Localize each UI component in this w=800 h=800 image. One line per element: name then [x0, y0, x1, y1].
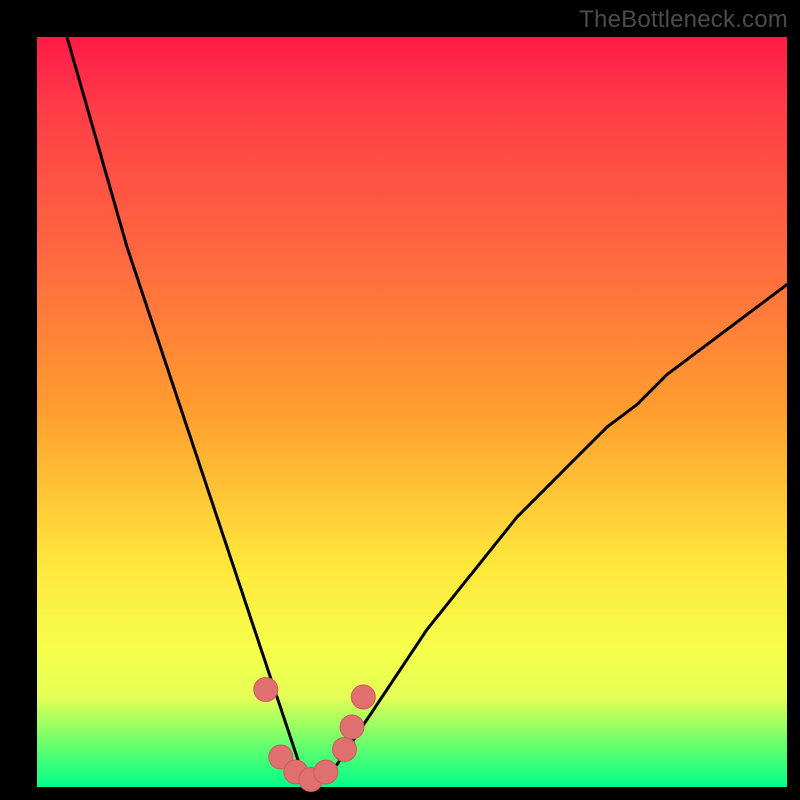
data-marker — [340, 715, 364, 739]
data-marker — [333, 738, 357, 762]
data-marker — [254, 678, 278, 702]
bottleneck-curve-chart — [0, 0, 800, 800]
data-marker — [351, 685, 375, 709]
chart-frame: TheBottleneck.com — [0, 0, 800, 800]
data-marker — [314, 760, 338, 784]
bottleneck-curve-path — [67, 37, 787, 787]
